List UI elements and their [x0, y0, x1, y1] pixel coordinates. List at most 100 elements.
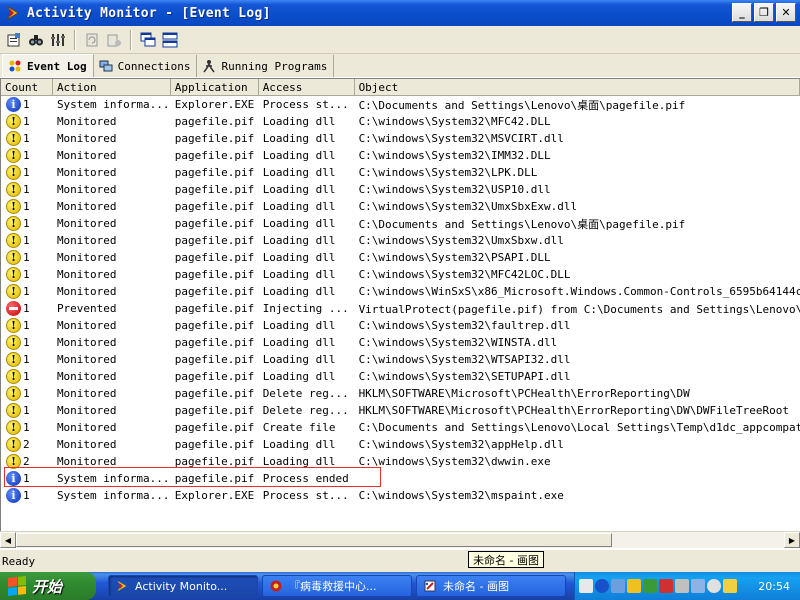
table-row[interactable]: ! 1 Monitored pagefile.pif Loading dll C:\win…: [1, 351, 800, 368]
count-cell: ! 1: [1, 199, 53, 214]
column-header-action[interactable]: Action: [53, 79, 171, 96]
start-button[interactable]: 开始: [0, 572, 96, 600]
event-log-icon: [7, 58, 23, 74]
table-row[interactable]: 1 Prevented pagefile.pif Injecting ... Virtu…: [1, 300, 800, 317]
warning-icon: !: [6, 335, 21, 350]
object-cell: C:\Documents and Settings\Lenovo\桌面\page…: [358, 217, 686, 231]
object-cell: C:\windows\System32\mspaint.exe: [358, 489, 564, 502]
refresh-icon[interactable]: [81, 29, 103, 51]
application-cell: pagefile.pif: [174, 438, 255, 451]
table-row[interactable]: ! 1 Monitored pagefile.pif Loading dll C:\win…: [1, 147, 800, 164]
scroll-track[interactable]: [16, 532, 784, 548]
application-cell: pagefile.pif: [174, 132, 255, 145]
activity-monitor-task-icon: [115, 579, 129, 593]
action-cell: Monitored: [56, 387, 117, 400]
cascade-icon[interactable]: [137, 29, 159, 51]
table-row[interactable]: ! 1 Monitored pagefile.pif Loading dll C:\win…: [1, 164, 800, 181]
table-row[interactable]: ! 1 Monitored pagefile.pif Loading dll C:\win…: [1, 113, 800, 130]
table-row[interactable]: ! 1 Monitored pagefile.pif Loading dll C:\win…: [1, 181, 800, 198]
shield-icon[interactable]: [643, 579, 657, 593]
table-row[interactable]: ! 1 Monitored pagefile.pif Loading dll C:\win…: [1, 266, 800, 283]
column-header-object[interactable]: Object: [355, 79, 800, 96]
volume-icon[interactable]: [707, 579, 721, 593]
table-body: i 1 System informa... Explorer.EXE Process s…: [1, 96, 800, 504]
arrow-left-icon[interactable]: [595, 579, 609, 593]
task-virus-rescue-center[interactable]: 『病毒救援中心...: [262, 575, 412, 597]
table-row[interactable]: ! 1 Monitored pagefile.pif Loading dll C:\win…: [1, 130, 800, 147]
ime-icon[interactable]: [627, 579, 641, 593]
scroll-left-button[interactable]: ◀: [0, 532, 16, 548]
table-row[interactable]: ! 1 Monitored pagefile.pif Loading dll C:\Doc…: [1, 215, 800, 232]
tab-event-log[interactable]: Event Log: [2, 54, 94, 77]
filter-icon[interactable]: [47, 29, 69, 51]
connections-icon: [98, 58, 114, 74]
table-row[interactable]: ! 2 Monitored pagefile.pif Loading dll C:\win…: [1, 453, 800, 470]
table-row[interactable]: ! 1 Monitored pagefile.pif Loading dll C:\win…: [1, 232, 800, 249]
taskbar-tooltip: 未命名 - 画图: [468, 551, 544, 568]
monitor-icon[interactable]: [675, 579, 689, 593]
table-row[interactable]: ! 1 Monitored pagefile.pif Loading dll C:\win…: [1, 317, 800, 334]
info-icon: i: [6, 488, 21, 503]
warning-icon: !: [6, 233, 21, 248]
column-header-count[interactable]: Count: [1, 79, 53, 96]
title-bar[interactable]: Activity Monitor - [Event Log] _ ❐ ✕: [0, 0, 800, 26]
keyboard-icon[interactable]: [579, 579, 593, 593]
table-row[interactable]: ! 1 Monitored pagefile.pif Loading dll C:\win…: [1, 249, 800, 266]
warning-icon: !: [6, 369, 21, 384]
object-cell: HKLM\SOFTWARE\Microsoft\PCHealth\ErrorRe…: [358, 404, 790, 417]
scroll-right-button[interactable]: ▶: [784, 532, 800, 548]
action-cell: Monitored: [56, 234, 117, 247]
table-row[interactable]: i 1 System informa... Explorer.EXE Process s…: [1, 96, 800, 113]
action-cell: Monitored: [56, 370, 117, 383]
export-icon[interactable]: [103, 29, 125, 51]
warning-icon: !: [6, 437, 21, 452]
count-value: 1: [23, 132, 30, 145]
paint-task-icon: [423, 579, 437, 593]
display-icon[interactable]: [691, 579, 705, 593]
action-cell: Monitored: [56, 251, 117, 264]
table-row[interactable]: ! 1 Monitored pagefile.pif Loading dll C:\win…: [1, 283, 800, 300]
table-row[interactable]: i 1 System informa... Explorer.EXE Process s…: [1, 487, 800, 504]
scroll-thumb[interactable]: [16, 533, 612, 547]
event-log-list[interactable]: Count Action Application Access Object i…: [0, 78, 800, 548]
application-cell: pagefile.pif: [174, 472, 255, 485]
column-header-application[interactable]: Application: [171, 79, 259, 96]
access-cell: Loading dll: [262, 149, 336, 162]
count-value: 1: [23, 404, 30, 417]
table-row[interactable]: ! 1 Monitored pagefile.pif Loading dll C:\win…: [1, 198, 800, 215]
tab-connections[interactable]: Connections: [94, 55, 198, 77]
table-row[interactable]: ! 1 Monitored pagefile.pif Loading dll C:\win…: [1, 334, 800, 351]
count-value: 1: [23, 115, 30, 128]
maximize-button[interactable]: ❐: [754, 3, 774, 22]
antivirus-icon[interactable]: [659, 579, 673, 593]
toolbar-separator: [130, 29, 132, 50]
find-icon[interactable]: [25, 29, 47, 51]
warning-icon: !: [6, 454, 21, 469]
network-icon[interactable]: [611, 579, 625, 593]
properties-icon[interactable]: [3, 29, 25, 51]
window-title: Activity Monitor - [Event Log]: [27, 5, 271, 21]
column-header-access[interactable]: Access: [259, 79, 355, 96]
activity-monitor-tray-icon[interactable]: [723, 579, 737, 593]
close-button[interactable]: ✕: [776, 3, 796, 22]
minimize-button[interactable]: _: [732, 3, 752, 22]
table-row[interactable]: ! 1 Monitored pagefile.pif Delete reg... HKLM…: [1, 385, 800, 402]
table-row[interactable]: ! 1 Monitored pagefile.pif Create file C:\Doc…: [1, 419, 800, 436]
task-paint[interactable]: 未命名 - 画图: [416, 575, 566, 597]
horizontal-scrollbar[interactable]: ◀ ▶: [0, 531, 800, 548]
access-cell: Delete reg...: [262, 387, 349, 400]
status-text: Ready: [2, 554, 36, 568]
info-icon: i: [6, 97, 21, 112]
object-cell: C:\Documents and Settings\Lenovo\桌面\page…: [358, 98, 686, 112]
task-activity-monitor[interactable]: Activity Monito...: [108, 575, 258, 597]
tab-running-programs[interactable]: Running Programs: [197, 55, 335, 77]
activity-monitor-app-icon[interactable]: [5, 5, 21, 21]
application-cell: pagefile.pif: [174, 149, 255, 162]
table-row[interactable]: i 1 System informa... pagefile.pif Process e…: [1, 470, 800, 487]
table-row[interactable]: ! 1 Monitored pagefile.pif Delete reg... HKLM…: [1, 402, 800, 419]
object-cell: C:\windows\System32\LPK.DLL: [358, 166, 538, 179]
table-row[interactable]: ! 2 Monitored pagefile.pif Loading dll C:\win…: [1, 436, 800, 453]
table-row[interactable]: ! 1 Monitored pagefile.pif Loading dll C:\win…: [1, 368, 800, 385]
warning-icon: !: [6, 216, 21, 231]
tile-icon[interactable]: [159, 29, 181, 51]
